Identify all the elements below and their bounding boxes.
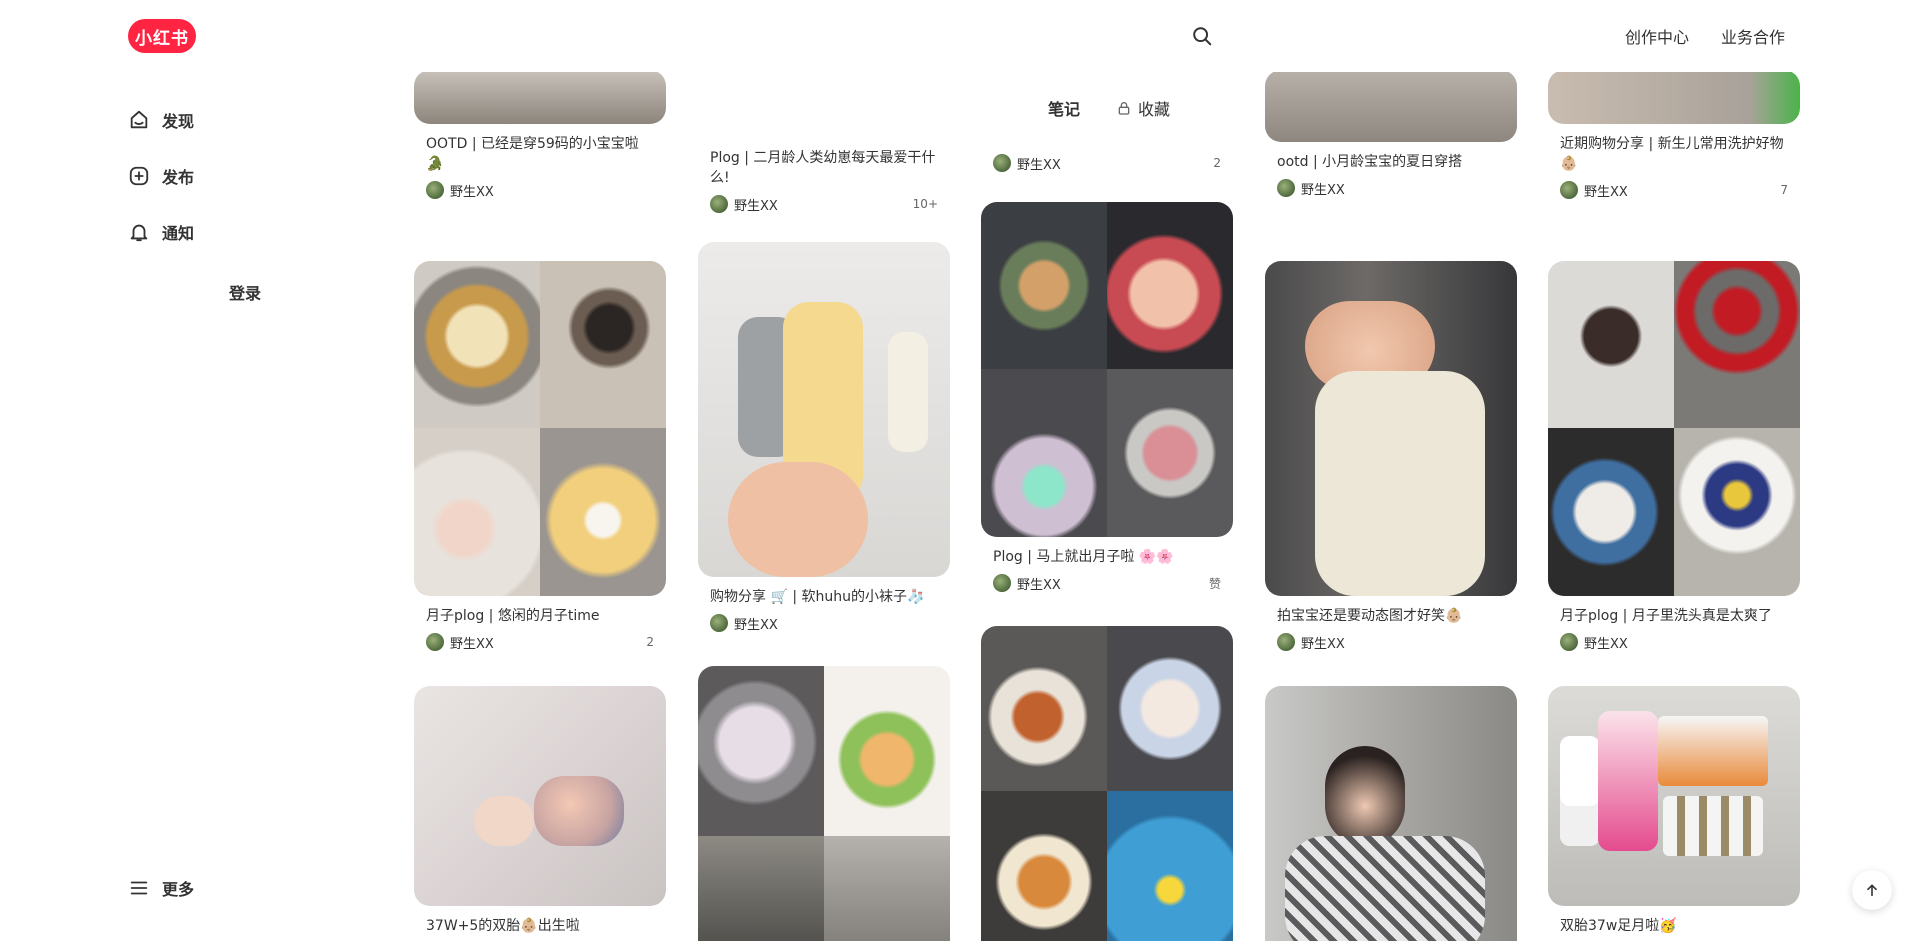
note-cover-image: [698, 666, 950, 941]
note-cover-image: [1265, 70, 1517, 142]
header-links: 创作中心 业务合作: [1625, 24, 1785, 48]
note-cover-image: [981, 626, 1233, 941]
sidebar-item-notify[interactable]: 通知: [128, 204, 368, 260]
note-title: Plog | 马上就出月子啦 🌸🌸: [993, 549, 1174, 565]
note-card[interactable]: [1265, 686, 1517, 941]
author-name[interactable]: 野生XX: [1584, 633, 1628, 652]
note-title: 购物分享 🛒 | 软huhu的小袜子🧦: [710, 589, 925, 605]
note-cover-image: [414, 686, 666, 906]
note-title: 双胎37w足月啦🥳: [1560, 918, 1677, 934]
note-title: 近期购物分享 | 新生儿常用洗护好物👶🏼: [1560, 136, 1784, 172]
creator-center-link[interactable]: 创作中心: [1625, 24, 1689, 48]
avatar: [426, 181, 444, 199]
author-name[interactable]: 野生XX: [1017, 574, 1061, 593]
note-card[interactable]: [698, 666, 950, 941]
author-name[interactable]: 野生XX: [734, 195, 778, 214]
login-button[interactable]: 登录: [128, 268, 362, 316]
like-count[interactable]: 7: [1780, 183, 1788, 197]
lock-icon: [1118, 102, 1130, 115]
note-card[interactable]: OOTD | 已经是穿59码的小宝宝啦🐊 野生XX: [414, 70, 666, 200]
search-icon[interactable]: [1191, 25, 1213, 47]
avatar: [1277, 633, 1295, 651]
note-cover-image: [698, 242, 950, 577]
note-cover-image: [414, 70, 666, 124]
avatar: [710, 195, 728, 213]
home-icon: [130, 110, 148, 129]
like-count[interactable]: 2: [1213, 156, 1221, 170]
note-cover-image: [414, 261, 666, 596]
bell-icon: [130, 224, 148, 242]
like-count[interactable]: 2: [646, 635, 654, 649]
note-title: 拍宝宝还是要动态图才好笑👶🏼: [1277, 608, 1463, 624]
logo[interactable]: 小红书: [128, 19, 196, 53]
note-title: 37W+5的双胎👶🏼出生啦: [426, 918, 580, 934]
avatar: [1560, 181, 1578, 199]
note-card[interactable]: Plog | 二月龄人类幼崽每天最爱干什么! 野生XX 10+: [698, 100, 950, 214]
avatar: [993, 574, 1011, 592]
note-cover-image: [1265, 686, 1517, 941]
author-name[interactable]: 野生XX: [1301, 179, 1345, 198]
note-title: OOTD | 已经是穿59码的小宝宝啦🐊: [426, 136, 639, 172]
plus-icon: [129, 166, 149, 186]
note-title: 月子plog | 悠闲的月子time: [426, 608, 600, 624]
note-cover-image: [1548, 70, 1800, 124]
sidebar-item-label: 发布: [162, 168, 195, 187]
note-title: Plog | 二月龄人类幼崽每天最爱干什么!: [710, 150, 936, 186]
avatar: [710, 614, 728, 632]
note-title: ootd | 小月龄宝宝的夏日穿搭: [1277, 154, 1463, 170]
note-card[interactable]: 近期购物分享 | 新生儿常用洗护好物👶🏼 野生XX 7: [1548, 70, 1800, 200]
sidebar-item-publish[interactable]: 发布: [128, 148, 368, 204]
note-card[interactable]: [981, 626, 1233, 941]
note-card[interactable]: 购物分享 🛒 | 软huhu的小袜子🧦 野生XX: [698, 242, 950, 633]
author-name[interactable]: 野生XX: [734, 614, 778, 633]
note-cover-image: [1548, 686, 1800, 906]
sidebar-item-label: 发现: [162, 112, 195, 131]
tab-favorites[interactable]: 收藏: [1116, 96, 1170, 120]
tab-notes[interactable]: 笔记: [1048, 96, 1080, 120]
avatar: [1277, 179, 1295, 197]
profile-tabs: 笔记 收藏: [1040, 92, 1179, 124]
note-card[interactable]: 拍宝宝还是要动态图才好笑👶🏼 野生XX: [1265, 261, 1517, 652]
note-card[interactable]: 月子plog | 月子里洗头真是太爽了 野生XX: [1548, 261, 1800, 652]
back-to-top-button[interactable]: [1852, 870, 1892, 910]
tab-label: 笔记: [1048, 100, 1081, 119]
note-title: 月子plog | 月子里洗头真是太爽了: [1560, 608, 1772, 624]
note-cover-image: [1265, 261, 1517, 596]
tab-label: 收藏: [1138, 100, 1171, 119]
sidebar-item-discover[interactable]: 发现: [128, 92, 368, 148]
avatar: [426, 633, 444, 651]
business-link[interactable]: 业务合作: [1721, 24, 1785, 48]
author-name[interactable]: 野生XX: [1584, 181, 1628, 200]
like-count[interactable]: 赞: [1209, 575, 1221, 592]
sidebar-item-label: 通知: [162, 224, 195, 243]
note-card[interactable]: 37W+5的双胎👶🏼出生啦: [414, 686, 666, 936]
avatar: [1560, 633, 1578, 651]
note-card[interactable]: 双胎37w足月啦🥳: [1548, 686, 1800, 936]
note-card[interactable]: 月子plog | 悠闲的月子time 野生XX 2: [414, 261, 666, 652]
author-name[interactable]: 野生XX: [450, 181, 494, 200]
note-cover-image: [981, 202, 1233, 537]
author-name[interactable]: 野生XX: [1017, 154, 1061, 173]
author-name[interactable]: 野生XX: [450, 633, 494, 652]
note-cover-image: [1548, 261, 1800, 596]
top-bar: 小红书 创作中心 业务合作: [0, 0, 1920, 72]
like-count[interactable]: 10+: [913, 197, 938, 211]
arrow-up-icon: [1867, 884, 1877, 897]
author-name[interactable]: 野生XX: [1301, 633, 1345, 652]
sidebar: 发现 发布 通知 登录: [128, 92, 368, 316]
note-card[interactable]: ootd | 小月龄宝宝的夏日穿搭 野生XX: [1265, 70, 1517, 198]
note-card[interactable]: Plog | 马上就出月子啦 🌸🌸 野生XX 赞: [981, 202, 1233, 593]
avatar: [993, 154, 1011, 172]
